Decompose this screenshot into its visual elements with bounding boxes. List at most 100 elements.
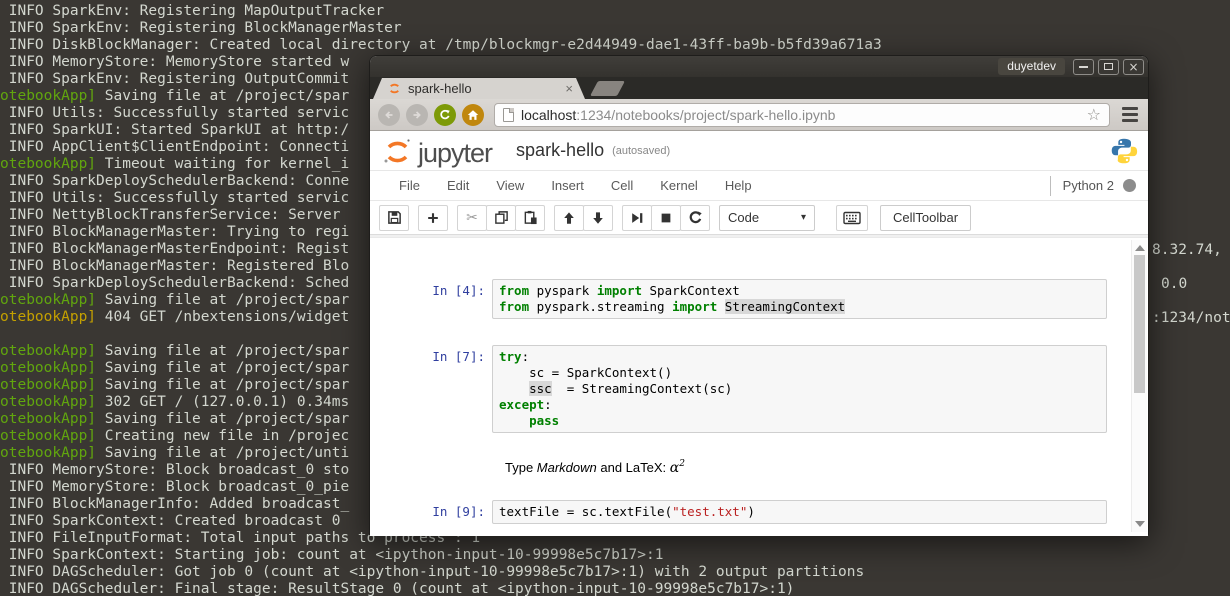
kernel-name: Python 2 (1062, 178, 1114, 193)
stop-kernel-button[interactable] (651, 204, 681, 231)
cell-type-value: Code (728, 210, 760, 225)
jupyter-toolbar: ✂ Code ▾ CellToolbar (370, 201, 1148, 234)
stop-icon (661, 213, 671, 222)
jupyter-logo[interactable]: jupyter (380, 134, 493, 168)
jupyter-header: jupyter spark-hello (autosaved) (370, 131, 1148, 171)
scroll-down-button[interactable] (1135, 521, 1145, 527)
add-cell-button[interactable] (418, 204, 448, 231)
terminal-line: INFO SparkEnv: Registering BlockManagerM… (0, 20, 402, 36)
cell-toolbar-button[interactable]: CellToolbar (880, 204, 972, 231)
browser-tab[interactable]: spark-hello × (373, 78, 585, 99)
python-logo-icon (1110, 137, 1138, 170)
minimize-icon (1079, 65, 1088, 68)
arrow-down-icon (593, 211, 603, 224)
terminal-fragment: 8.32.74, (1152, 242, 1222, 258)
cell-prompt: In [9]: (432, 504, 485, 519)
reload-icon (440, 109, 450, 119)
cell-input[interactable]: try: sc = SparkContext() ssc = Streaming… (492, 345, 1107, 433)
maximize-button[interactable] (1098, 58, 1119, 75)
keyboard-icon (843, 211, 861, 224)
cell-input[interactable]: from pyspark import SparkContext from pys… (492, 279, 1107, 319)
close-button[interactable]: × (1123, 58, 1144, 75)
browser-nav-toolbar: localhost:1234/notebooks/project/spark-h… (370, 99, 1148, 131)
chevron-down-icon: ▾ (800, 212, 806, 223)
menu-view[interactable]: View (496, 178, 524, 193)
cell-input[interactable]: textFile = sc.textFile("test.txt") (492, 500, 1107, 524)
restart-kernel-button[interactable] (680, 204, 710, 231)
tab-close-icon[interactable]: × (565, 81, 573, 96)
terminal-line: INFO DAGScheduler: Final stage: ResultSt… (0, 581, 795, 596)
page-icon (503, 107, 514, 122)
home-icon (467, 109, 479, 120)
notebook-scrollbar[interactable] (1131, 240, 1147, 532)
cell-type-dropdown[interactable]: Code ▾ (719, 204, 815, 231)
markdown-cell-placeholder[interactable]: Type Markdown and LaTeX: α2 (505, 459, 1130, 476)
save-icon (387, 211, 401, 224)
notebook-area: In [4]: from pyspark import SparkContext f… (370, 238, 1148, 534)
code-cell[interactable]: In [4]: from pyspark import SparkContext f… (370, 279, 1130, 319)
cell-prompt: In [4]: (432, 283, 485, 298)
run-cell-button[interactable] (622, 204, 652, 231)
scrollbar-thumb[interactable] (1134, 255, 1145, 393)
autosave-status: (autosaved) (612, 144, 671, 157)
command-palette-button[interactable] (836, 204, 868, 231)
tab-title: spark-hello (408, 81, 472, 96)
arrow-up-icon (564, 211, 574, 224)
minimize-button[interactable] (1073, 58, 1094, 75)
copy-icon (494, 211, 508, 224)
terminal-fragment: :1234/not (1152, 310, 1230, 326)
copy-cell-button[interactable] (486, 204, 516, 231)
terminal-line: INFO DiskBlockManager: Created local dir… (0, 37, 882, 53)
paste-icon (524, 210, 537, 225)
menu-insert[interactable]: Insert (551, 178, 584, 193)
new-tab-button[interactable] (590, 81, 625, 96)
terminal-line: INFO DAGScheduler: Got job 0 (count at <… (0, 564, 865, 580)
menu-help[interactable]: Help (725, 178, 752, 193)
jupyter-logo-icon (384, 138, 410, 162)
step-forward-icon (632, 212, 643, 223)
terminal-line: INFO SparkEnv: Registering MapOutputTrac… (0, 3, 385, 19)
cell-prompt: In [7]: (432, 349, 485, 364)
move-down-button[interactable] (583, 204, 613, 231)
home-button[interactable] (462, 103, 484, 126)
url-host: localhost (521, 106, 577, 123)
jupyter-spinner-icon (387, 81, 402, 96)
menu-cell[interactable]: Cell (611, 178, 633, 193)
scroll-up-button[interactable] (1135, 245, 1145, 251)
jupyter-menubar: File Edit View Insert Cell Kernel Help Python … (370, 171, 1148, 201)
desktop: INFO SparkEnv: Registering MapOutputTrac… (0, 0, 1230, 596)
arrow-right-icon (413, 110, 421, 119)
save-button[interactable] (379, 204, 409, 231)
cut-cell-button[interactable]: ✂ (457, 204, 487, 231)
menu-edit[interactable]: Edit (447, 178, 469, 193)
bookmark-star-icon[interactable]: ☆ (1087, 105, 1101, 124)
terminal-fragment: 0.0 (1161, 276, 1188, 292)
reload-button[interactable] (434, 103, 456, 126)
tab-bar: spark-hello × (370, 77, 1148, 99)
menu-file[interactable]: File (399, 178, 420, 193)
jupyter-page: jupyter spark-hello (autosaved) File Edit… (370, 131, 1148, 536)
move-up-button[interactable] (554, 204, 584, 231)
forward-button[interactable] (406, 103, 428, 126)
close-icon: × (1128, 59, 1139, 74)
jupyter-brand-text: jupyter (418, 137, 493, 168)
cut-icon: ✂ (466, 209, 478, 226)
maximize-icon (1104, 63, 1113, 70)
code-cell[interactable]: In [9]: textFile = sc.textFile("test.txt"… (370, 500, 1130, 524)
notebook-title[interactable]: spark-hello (516, 140, 604, 161)
terminal-line: INFO SparkContext: Starting job: count a… (0, 547, 664, 563)
plus-icon (428, 212, 438, 223)
arrow-left-icon (385, 110, 393, 119)
url-bar[interactable]: localhost:1234/notebooks/project/spark-h… (494, 102, 1110, 127)
back-button[interactable] (378, 103, 400, 126)
restart-icon (689, 211, 702, 224)
paste-cell-button[interactable] (515, 204, 545, 231)
code-cell[interactable]: In [7]: try: sc = SparkContext() ssc = St… (370, 345, 1130, 433)
menu-kernel[interactable]: Kernel (660, 178, 698, 193)
window-titlebar[interactable]: duyetdev × (370, 56, 1148, 77)
browser-menu-button[interactable] (1120, 105, 1140, 124)
kernel-status-icon (1123, 179, 1136, 192)
url-text: localhost:1234/notebooks/project/spark-h… (521, 107, 1080, 123)
kernel-indicator: Python 2 (1049, 175, 1136, 196)
window-user-label: duyetdev (998, 58, 1065, 75)
